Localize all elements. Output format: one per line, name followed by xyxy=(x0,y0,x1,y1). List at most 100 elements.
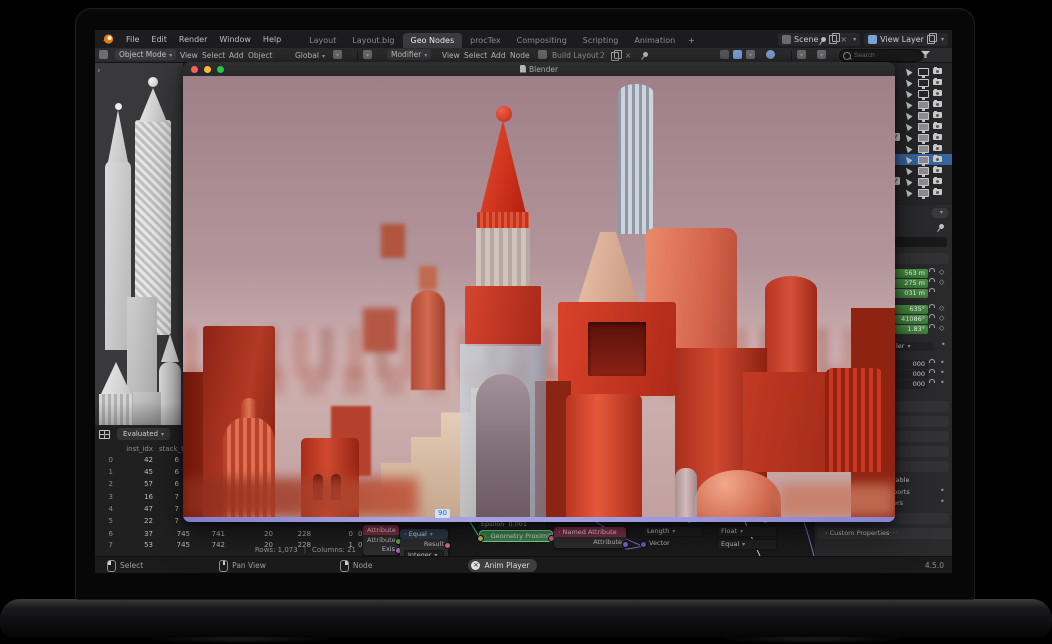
pin-icon[interactable] xyxy=(820,35,827,42)
equal-dropdown[interactable]: Equal xyxy=(717,539,777,550)
animate-diamond-icon[interactable] xyxy=(939,314,944,322)
properties-pin-icon[interactable] xyxy=(939,223,944,231)
row-index: 5 xyxy=(95,517,113,525)
add-workspace-button[interactable]: + xyxy=(683,33,700,48)
rotation-z-field[interactable]: 1.83° xyxy=(893,325,928,334)
new-scene-icon[interactable] xyxy=(829,35,837,44)
render-result-image[interactable] xyxy=(183,76,895,517)
named-attribute-node[interactable]: Named Attribute Attribute xyxy=(554,527,626,548)
animate-dot-icon[interactable] xyxy=(940,368,945,377)
shading-sphere-icon[interactable] xyxy=(766,50,775,59)
rotation-x-field[interactable]: 635° xyxy=(893,305,928,314)
node-tree-name[interactable]: Build Layout xyxy=(552,51,599,60)
scale-z-field[interactable]: 000 xyxy=(893,380,928,389)
mode-dropdown[interactable]: Object Mode xyxy=(115,49,176,60)
rotation-y-field[interactable]: 41086° xyxy=(893,315,928,324)
animate-diamond-icon[interactable] xyxy=(939,268,944,276)
clay-3d-viewport[interactable] xyxy=(95,62,183,425)
location-x-field[interactable]: 563 m xyxy=(893,269,928,278)
pin-node-tree-icon[interactable] xyxy=(642,51,649,58)
viewport-menu-add[interactable]: Add xyxy=(229,51,244,60)
snap-icon[interactable] xyxy=(333,50,342,59)
location-z-field[interactable]: 031 m xyxy=(893,289,928,298)
outliner-display-mode-icon[interactable] xyxy=(797,50,806,59)
tab-compositing[interactable]: Compositing xyxy=(509,33,575,48)
viewport-sidebar-toggle[interactable] xyxy=(97,66,103,76)
tab-animation[interactable]: Animation xyxy=(626,33,683,48)
location-y-field[interactable]: 275 m xyxy=(893,279,928,288)
tab-scripting[interactable]: Scripting xyxy=(575,33,627,48)
column-header-inst-idx[interactable]: inst_idx xyxy=(123,445,153,453)
parent-tree-icon[interactable] xyxy=(720,50,729,59)
viewport-editor-type-icon[interactable] xyxy=(99,50,108,59)
result-socket[interactable] xyxy=(444,542,451,549)
object-name-field[interactable] xyxy=(895,237,947,247)
viewport-menu-view[interactable]: View xyxy=(180,51,198,60)
attribute-node[interactable]: Attribute Attribute Exis xyxy=(363,525,399,555)
named-attribute-socket[interactable] xyxy=(622,541,629,548)
animate-diamond-icon[interactable] xyxy=(939,324,944,332)
viewport-menu-object[interactable]: Object xyxy=(248,51,272,60)
length-dropdown[interactable]: Length xyxy=(643,526,703,537)
overlays-toggle-icon[interactable] xyxy=(746,50,755,59)
node-menu-add[interactable]: Add xyxy=(491,51,506,60)
tab-geo-nodes[interactable]: Geo Nodes xyxy=(403,33,463,48)
menu-edit[interactable]: Edit xyxy=(145,35,173,44)
column-header-stack-t[interactable]: stack_t xyxy=(159,445,184,453)
ribbed-collar xyxy=(477,212,529,229)
menu-help[interactable]: Help xyxy=(257,35,287,44)
clay-spire-ball xyxy=(115,103,122,110)
viewport-menu-select[interactable]: Select xyxy=(202,51,225,60)
tab-layout[interactable]: Layout xyxy=(301,33,344,48)
animate-dot-icon[interactable] xyxy=(940,378,945,387)
cell: 0 xyxy=(317,530,353,538)
node-menu-view[interactable]: View xyxy=(442,51,460,60)
custom-properties-panel[interactable]: Custom Properties··· xyxy=(817,528,952,539)
unlink-scene-icon[interactable] xyxy=(840,35,847,44)
animate-diamond-icon[interactable] xyxy=(939,278,944,286)
view-layer-selector[interactable]: View Layer xyxy=(864,33,948,46)
float-dropdown[interactable]: Float xyxy=(717,526,777,537)
rotation-mode-dropdown[interactable]: ler xyxy=(893,342,933,351)
render-window-titlebar[interactable]: Blender xyxy=(183,62,895,76)
scene-selector[interactable]: Scene xyxy=(778,33,860,46)
spreadsheet-grid-icon[interactable] xyxy=(99,430,110,439)
properties-context-dropdown[interactable] xyxy=(932,208,948,218)
blender-render-window[interactable]: Blender xyxy=(183,62,895,522)
dataset-dropdown[interactable]: Evaluated xyxy=(117,428,170,440)
blender-logo-icon[interactable] xyxy=(102,33,114,45)
scale-y-field[interactable]: 000 xyxy=(893,370,928,379)
outliner-search-input[interactable] xyxy=(839,49,923,62)
unlink-node-tree-icon[interactable] xyxy=(625,51,631,60)
row-index: 4 xyxy=(95,505,113,513)
tab-layout-big[interactable]: Layout.big xyxy=(344,33,402,48)
row-index: 0 xyxy=(95,456,113,464)
outliner-filter-icon[interactable] xyxy=(817,50,826,59)
equal-node[interactable]: Equal Result Integer xyxy=(400,529,448,556)
copy-node-tree-icon[interactable] xyxy=(611,52,619,61)
animate-diamond-icon[interactable] xyxy=(939,304,944,312)
stop-player-icon[interactable] xyxy=(471,561,480,570)
node-tree-icon[interactable] xyxy=(538,50,547,59)
animate-dot-icon[interactable] xyxy=(940,497,945,506)
geometry-proximity-node[interactable]: Geometry Proximity xyxy=(480,531,552,541)
node-tree-type-dropdown[interactable]: Modifier xyxy=(387,49,431,60)
menu-window[interactable]: Window xyxy=(213,35,257,44)
menu-file[interactable]: File xyxy=(120,35,145,44)
snapping-toggle-icon[interactable] xyxy=(733,50,742,59)
node-tree-users-count[interactable]: 2 xyxy=(600,51,605,60)
new-view-layer-icon[interactable] xyxy=(927,35,935,44)
tab-proctex[interactable]: procTex xyxy=(462,33,509,48)
animate-dot-icon[interactable] xyxy=(940,486,945,495)
animate-dot-icon[interactable] xyxy=(940,358,945,367)
node-menu-select[interactable]: Select xyxy=(464,51,487,60)
vector-socket[interactable] xyxy=(640,541,647,548)
scale-x-field[interactable]: 000 xyxy=(893,360,928,369)
anim-player-pill[interactable]: Anim Player xyxy=(468,559,537,572)
node-menu-node[interactable]: Node xyxy=(510,51,530,60)
orientation-dropdown[interactable]: Global xyxy=(295,51,325,60)
node-editor-type-icon[interactable] xyxy=(363,50,372,59)
geometry-in-socket[interactable] xyxy=(477,535,484,542)
menu-render[interactable]: Render xyxy=(173,35,213,44)
animate-dot-icon[interactable] xyxy=(941,340,946,349)
